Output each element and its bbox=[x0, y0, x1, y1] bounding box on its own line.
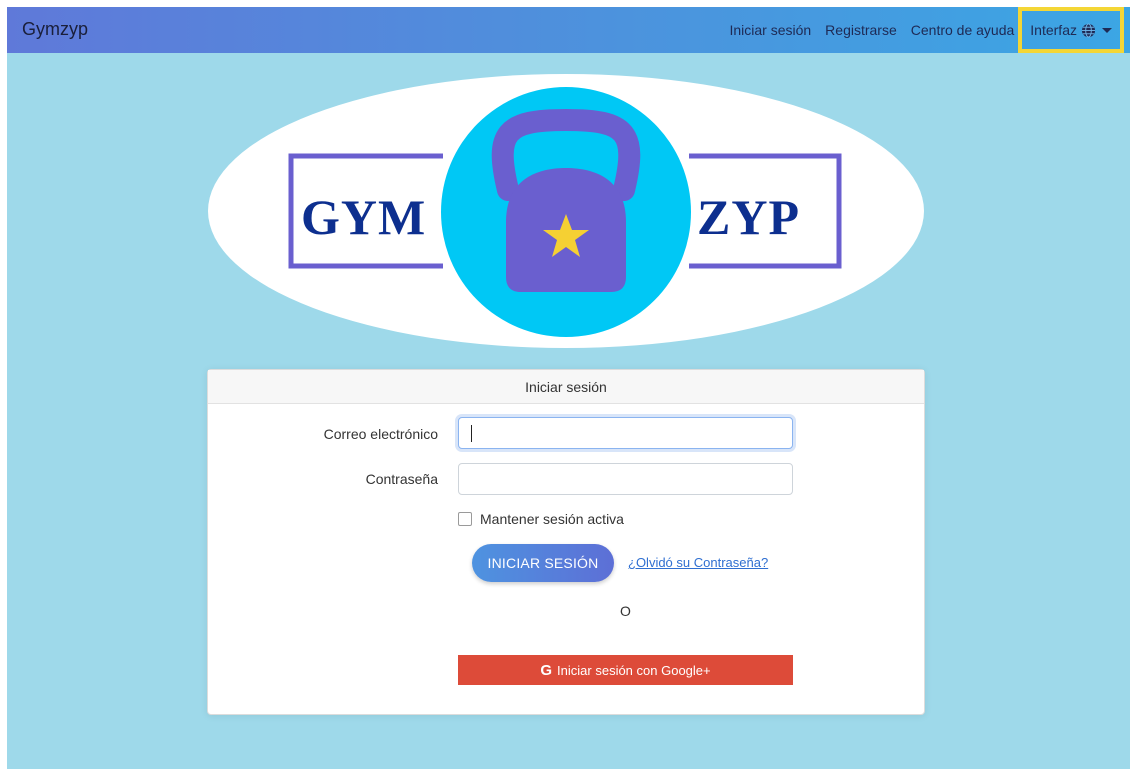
remember-me-label: Mantener sesión activa bbox=[480, 511, 624, 527]
login-button[interactable]: INICIAR SESIÓN bbox=[472, 544, 614, 582]
logo-left-text: GYM bbox=[301, 189, 426, 245]
password-label: Contraseña bbox=[365, 471, 438, 487]
email-label: Correo electrónico bbox=[323, 426, 438, 442]
google-login-label: Iniciar sesión con Google+ bbox=[557, 662, 711, 678]
brand-link[interactable]: Gymzyp bbox=[22, 19, 88, 40]
remember-me-row[interactable]: Mantener sesión activa bbox=[458, 511, 624, 527]
nav-link-register[interactable]: Registrarse bbox=[825, 22, 897, 38]
nav-link-help-center[interactable]: Centro de ayuda bbox=[911, 22, 1015, 38]
google-icon: G bbox=[540, 661, 553, 679]
forgot-password-link[interactable]: ¿Olvidó su Contraseña? bbox=[628, 555, 768, 570]
top-navbar: Gymzyp Iniciar sesión Registrarse Centro… bbox=[7, 7, 1130, 53]
email-field[interactable] bbox=[458, 417, 793, 449]
nav-links: Iniciar sesión Registrarse Centro de ayu… bbox=[715, 7, 1124, 53]
interface-dropdown-label: Interfaz bbox=[1030, 22, 1077, 38]
login-card: Iniciar sesión Correo electrónico Contra… bbox=[207, 369, 925, 715]
remember-me-checkbox[interactable] bbox=[458, 512, 472, 526]
login-card-header: Iniciar sesión bbox=[208, 370, 924, 404]
gymzyp-logo: GYM ZYP bbox=[206, 72, 926, 350]
nav-link-login[interactable]: Iniciar sesión bbox=[729, 22, 811, 38]
interface-dropdown[interactable]: Interfaz bbox=[1018, 7, 1124, 53]
text-cursor bbox=[471, 425, 472, 442]
or-separator: O bbox=[620, 603, 631, 619]
globe-icon bbox=[1081, 22, 1096, 38]
google-login-button[interactable]: G Iniciar sesión con Google+ bbox=[458, 655, 793, 685]
page-frame: Gymzyp Iniciar sesión Registrarse Centro… bbox=[7, 7, 1130, 769]
chevron-down-icon bbox=[1102, 27, 1112, 33]
password-field[interactable] bbox=[458, 463, 793, 495]
logo-right-text: ZYP bbox=[697, 189, 800, 245]
